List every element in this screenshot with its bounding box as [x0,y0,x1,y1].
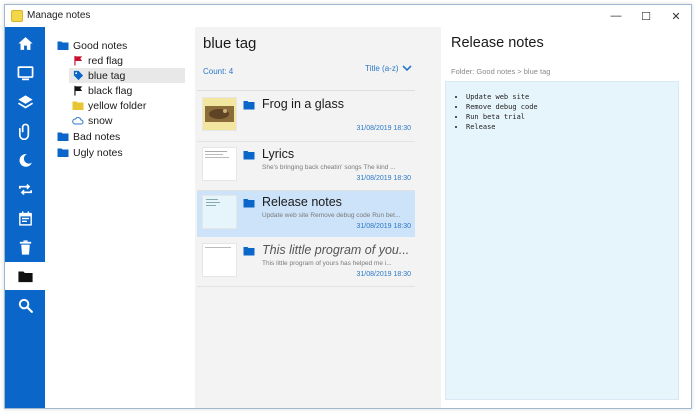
note-snippet: This little program of yours has helped … [262,260,392,267]
folder-label: snow [88,114,113,127]
note-title: Frog in a glass [262,97,344,111]
note-count: Count: 4 [203,67,234,76]
folder-item-ugly-notes[interactable]: Ugly notes [57,145,123,160]
sort-dropdown[interactable]: Title (a-z) [365,64,413,73]
breadcrumb: Folder: Good notes > blue tag [451,67,551,76]
sort-label: Title (a-z) [365,64,399,73]
note-snippet: She's bringing back cheatin' songs The k… [262,164,396,171]
maximize-button[interactable]: ☐ [631,5,661,27]
monitor-icon [17,65,33,80]
flag-icon [73,85,82,96]
sidebar-item-home[interactable] [5,29,45,57]
folder-item-good-notes[interactable]: Good notes [57,38,127,53]
calendar-icon [18,210,32,226]
note-item[interactable]: Release notes Update web site Remove deb… [197,191,415,237]
note-thumbnail [202,147,237,181]
note-title: Release notes [262,195,342,209]
sidebar-item-night[interactable] [5,146,45,174]
detail-title: Release notes [451,35,544,51]
sidebar-item-calendar[interactable] [5,204,45,232]
chevron-down-icon [402,65,413,72]
note-date: 31/08/2019 18:30 [356,271,412,278]
minimize-button[interactable]: — [601,5,631,27]
folder-icon [17,271,33,282]
sidebar-item-layers[interactable] [5,88,45,116]
folder-tree: Good notes red flag blue tag black flag … [45,27,195,408]
folder-icon [243,151,255,160]
trash-icon [19,239,31,255]
folder-item-yellow-folder[interactable]: yellow folder [72,98,146,113]
folder-label: blue tag [88,69,126,82]
folder-item-black-flag[interactable]: black flag [72,83,132,98]
folder-icon [243,199,255,208]
folder-icon [57,41,69,50]
note-detail-panel: Release notes Folder: Good notes > blue … [441,27,691,408]
note-title: This little program of you... [262,243,410,257]
text-thumbnail-icon [205,151,229,158]
folder-icon [57,132,69,141]
sidebar-item-repeat[interactable] [5,175,45,203]
note-date: 31/08/2019 18:30 [356,223,412,230]
list-item: Run beta trial [466,112,538,122]
folder-item-blue-tag[interactable]: blue tag [69,68,185,83]
list-title: blue tag [203,35,257,52]
note-item[interactable]: Frog in a glass 31/08/2019 18:30 [197,93,415,139]
list-divider [197,90,415,91]
title-bar: Manage notes — ☐ ✕ [5,5,691,27]
sidebar-item-monitor[interactable] [5,59,45,87]
note-item[interactable]: This little program of you... This littl… [197,239,415,285]
app-window: Manage notes — ☐ ✕ Good notes red flag b… [4,4,692,409]
layers-icon [17,94,33,108]
note-thumbnail [202,243,237,277]
sidebar-item-folders[interactable] [5,262,45,290]
snowflake-icon [72,117,84,125]
sidebar-item-attachments[interactable] [5,117,45,145]
note-title: Lyrics [262,147,295,161]
folder-icon [72,101,84,110]
sidebar-item-search[interactable] [5,291,45,319]
sidebar [5,27,45,408]
folder-label: red flag [88,54,124,67]
tag-icon [73,70,83,81]
sidebar-item-trash[interactable] [5,233,45,261]
note-list-panel: blue tag Count: 4 Title (a-z) Frog in a … [195,27,441,408]
text-thumbnail-icon [206,199,220,206]
note-thumbnail [202,97,237,131]
paperclip-icon [18,123,29,140]
folder-icon [57,148,69,157]
note-date: 31/08/2019 18:30 [356,175,412,182]
text-thumbnail-icon [205,247,231,248]
search-icon [18,298,33,313]
list-item: Update web site [466,92,538,102]
frog-thumbnail-icon [203,98,236,130]
home-icon [17,36,33,50]
repeat-icon [18,183,32,195]
note-thumbnail [202,195,237,229]
folder-icon [243,247,255,256]
folder-item-bad-notes[interactable]: Bad notes [57,129,120,144]
folder-item-snow[interactable]: snow [72,113,113,128]
note-bullet-list: Update web site Remove debug code Run be… [466,92,538,132]
folder-icon [243,101,255,110]
note-divider [197,286,415,287]
folder-label: Good notes [73,39,128,52]
folder-label: black flag [88,84,133,97]
note-divider [197,141,415,142]
note-content[interactable]: Update web site Remove debug code Run be… [445,81,679,400]
folder-label: Ugly notes [73,146,123,159]
folder-item-red-flag[interactable]: red flag [72,53,123,68]
list-item: Release [466,122,538,132]
flag-icon [73,55,82,66]
close-button[interactable]: ✕ [661,5,691,27]
note-item[interactable]: Lyrics She's bringing back cheatin' song… [197,143,415,189]
app-icon [11,10,23,22]
note-date: 31/08/2019 18:30 [356,125,412,132]
note-snippet: Update web site Remove debug code Run be… [262,212,401,219]
list-item: Remove debug code [466,102,538,112]
folder-label: yellow folder [88,99,147,112]
moon-icon [19,153,32,167]
window-title: Manage notes [27,10,91,21]
folder-label: Bad notes [73,130,121,143]
